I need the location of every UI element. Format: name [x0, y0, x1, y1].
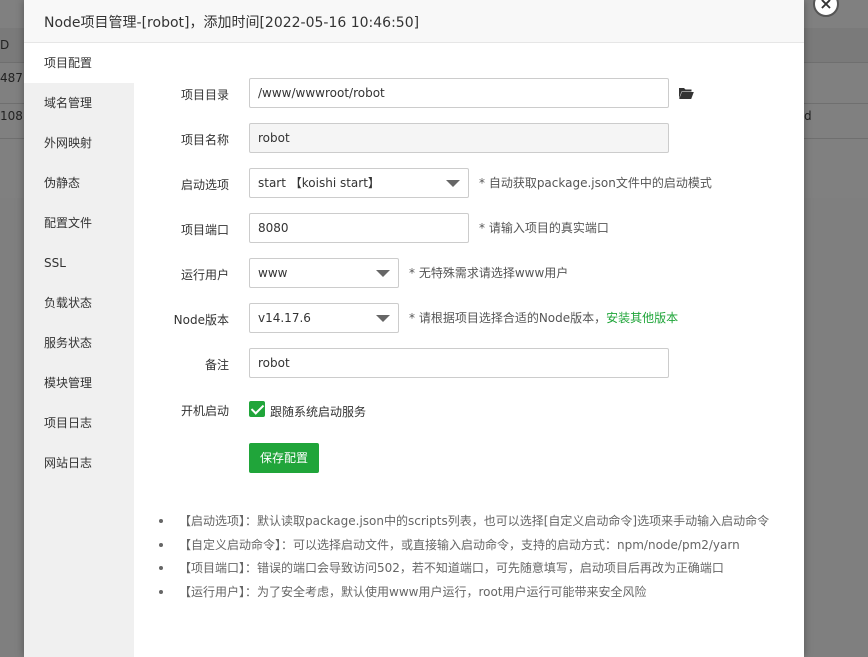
modal-title: Node项目管理-[robot]，添加时间[2022-05-16 10:46:5…	[44, 15, 420, 31]
node-version-value: v14.17.6	[258, 311, 311, 325]
sidebar-item-site-log[interactable]: 网站日志	[24, 443, 134, 483]
folder-open-icon[interactable]	[678, 86, 694, 100]
background-row-text: 108	[0, 109, 23, 123]
node-version-label: Node版本	[173, 313, 229, 327]
project-dir-input[interactable]: /www/wwwroot/robot	[249, 78, 669, 108]
sidebar-item-modules[interactable]: 模块管理	[24, 363, 134, 403]
note-item: 【项目端口】：错误的端口会导致访问502，若不知道端口，可先随意填写，启动项目后…	[159, 560, 799, 584]
sidebar-item-domain[interactable]: 域名管理	[24, 83, 134, 123]
sidebar-item-load-status[interactable]: 负载状态	[24, 283, 134, 323]
sidebar-item-service-status[interactable]: 服务状态	[24, 323, 134, 363]
save-config-button[interactable]: 保存配置	[249, 443, 320, 473]
project-name-label: 项目名称	[180, 133, 229, 147]
close-button[interactable]: ×	[813, 0, 839, 17]
chevron-down-icon	[376, 315, 390, 322]
sidebar-item-project-log[interactable]: 项目日志	[24, 403, 134, 443]
start-option-label: 启动选项	[180, 178, 229, 192]
sidebar-item-ssl[interactable]: SSL	[24, 243, 134, 283]
note-item: 【启动选项】：默认读取package.json中的scripts列表，也可以选择…	[159, 513, 799, 537]
sidebar-item-rewrite[interactable]: 伪静态	[24, 163, 134, 203]
chevron-down-icon	[376, 270, 390, 277]
remark-input[interactable]: robot	[249, 348, 669, 378]
background-header-text: D	[0, 38, 10, 52]
note-item: 【自定义启动命令】：可以选择启动文件，或直接输入启动命令，支持的启动方式：npm…	[159, 537, 799, 561]
project-name-input[interactable]: robot	[249, 123, 669, 153]
project-port-label: 项目端口	[180, 223, 229, 237]
autostart-checkbox[interactable]	[249, 401, 265, 417]
project-port-hint: * 请输入项目的真实端口	[479, 221, 609, 235]
sidebar-item-project-config[interactable]: 项目配置	[24, 43, 134, 83]
start-option-select[interactable]: start 【koishi start】	[249, 168, 469, 198]
background-row-text: 487	[0, 71, 23, 85]
project-config-panel: 项目目录 /www/wwwroot/robot 项目名称 robot 启动选项 …	[134, 43, 804, 657]
remark-label: 备注	[204, 358, 229, 372]
help-notes: 【启动选项】：默认读取package.json中的scripts列表，也可以选择…	[159, 513, 799, 607]
node-version-select[interactable]: v14.17.6	[249, 303, 399, 333]
start-option-hint: * 自动获取package.json文件中的启动模式	[479, 176, 712, 190]
project-port-input[interactable]: 8080	[249, 213, 469, 243]
run-user-value: www	[258, 266, 288, 280]
note-item: 【运行用户】：为了安全考虑，默认使用www用户运行，root用户运行可能带来安全…	[159, 584, 799, 608]
project-dir-label: 项目目录	[180, 88, 229, 102]
close-icon: ×	[819, 0, 833, 13]
modal-sidebar: 项目配置 域名管理 外网映射 伪静态 配置文件 SSL 负载状态 服务状态 模块…	[24, 43, 134, 657]
background-row-text: d	[804, 109, 812, 123]
chevron-down-icon	[446, 180, 460, 187]
autostart-checkbox-label[interactable]: 跟随系统启动服务	[270, 403, 366, 420]
node-version-hint-text: * 请根据项目选择合适的Node版本，	[409, 311, 607, 325]
install-other-versions-link[interactable]: 安装其他版本	[606, 311, 678, 325]
run-user-select[interactable]: www	[249, 258, 399, 288]
run-user-hint: * 无特殊需求请选择www用户	[409, 266, 569, 280]
node-version-hint: * 请根据项目选择合适的Node版本，安装其他版本	[409, 309, 678, 326]
run-user-label: 运行用户	[180, 268, 229, 282]
sidebar-item-external-mapping[interactable]: 外网映射	[24, 123, 134, 163]
modal-title-bar: Node项目管理-[robot]，添加时间[2022-05-16 10:46:5…	[24, 0, 804, 43]
autostart-label: 开机启动	[180, 404, 229, 418]
sidebar-item-config-file[interactable]: 配置文件	[24, 203, 134, 243]
node-project-modal: Node项目管理-[robot]，添加时间[2022-05-16 10:46:5…	[24, 0, 839, 657]
start-option-value: start 【koishi start】	[258, 176, 380, 190]
